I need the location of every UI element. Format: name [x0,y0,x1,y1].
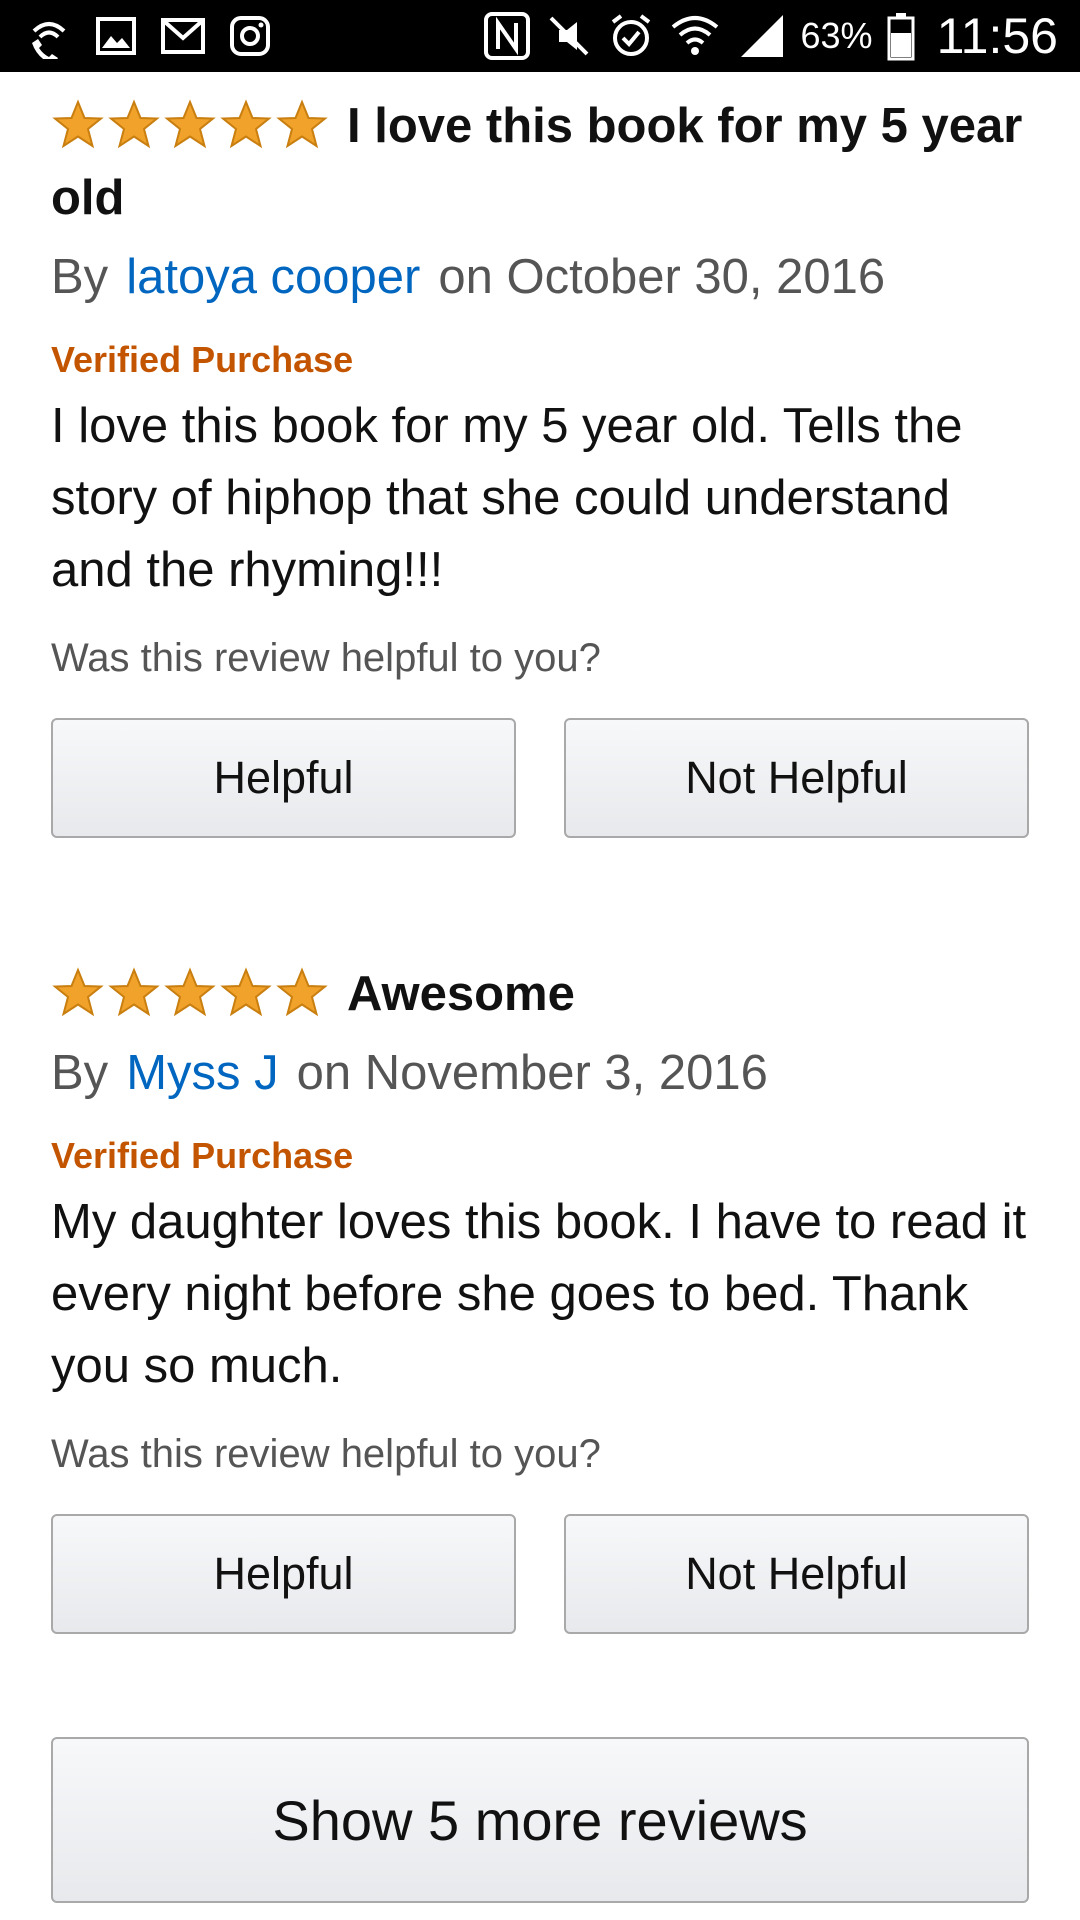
show-more-reviews-button[interactable]: Show 5 more reviews [51,1737,1029,1903]
review-byline: By Myss J on November 3, 2016 [51,1038,1029,1108]
helpful-question: Was this review helpful to you? [51,636,601,680]
star-icon [52,967,104,1017]
star-icon [164,967,216,1017]
helpful-buttons: Helpful Not Helpful [51,718,1029,838]
helpful-question: Was this review helpful to you? [51,1432,601,1476]
wifi-calling-icon [26,13,72,59]
by-label: By [51,1046,109,1100]
wifi-icon [669,11,721,61]
star-icon [108,99,160,149]
review-title[interactable]: Awesome [347,967,575,1021]
not-helpful-button[interactable]: Not Helpful [564,718,1029,838]
verified-purchase-badge: Verified Purchase [51,1135,354,1176]
alarm-icon [607,12,655,60]
star-icon [164,99,216,149]
status-bar-left [26,13,272,59]
star-icon [52,99,104,149]
image-icon [94,14,138,58]
review-date: on October 30, 2016 [438,250,886,304]
helpful-button[interactable]: Helpful [51,1514,516,1634]
review-date: on November 3, 2016 [296,1046,768,1100]
review-body: My daughter loves this book. I have to r… [51,1195,1027,1393]
not-helpful-button[interactable]: Not Helpful [564,1514,1029,1634]
status-bar: 63% 11:56 [0,0,1080,72]
clock: 11:56 [936,8,1058,64]
star-icon [276,99,328,149]
star-rating [51,967,329,1019]
star-rating [51,99,329,151]
verified-purchase-badge: Verified Purchase [51,339,354,380]
battery-icon [887,11,915,61]
vibrate-off-icon [545,12,593,60]
star-icon [276,967,328,1017]
review-title-row: Awesome [51,958,1029,1030]
signal-icon [735,11,787,61]
by-label: By [51,250,109,304]
review-card: Awesome By Myss J on November 3, 2016 Veri… [51,958,1029,1634]
author-link[interactable]: latoya cooper [126,250,420,304]
status-bar-right: 63% 11:56 [483,7,1058,65]
author-link[interactable]: Myss J [126,1046,278,1100]
star-icon [220,99,272,149]
instagram-icon [228,14,272,58]
helpful-button[interactable]: Helpful [51,718,516,838]
review-card: I love this book for my 5 year old By lat… [51,90,1029,838]
star-icon [220,967,272,1017]
helpful-buttons: Helpful Not Helpful [51,1514,1029,1634]
review-title-row: I love this book for my 5 year old [51,90,1029,234]
battery-percent: 63% [800,15,873,56]
review-byline: By latoya cooper on October 30, 2016 [51,242,1029,312]
gmail-icon [160,16,206,56]
review-body: I love this book for my 5 year old. Tell… [51,399,963,597]
star-icon [108,967,160,1017]
nfc-icon [483,11,531,61]
